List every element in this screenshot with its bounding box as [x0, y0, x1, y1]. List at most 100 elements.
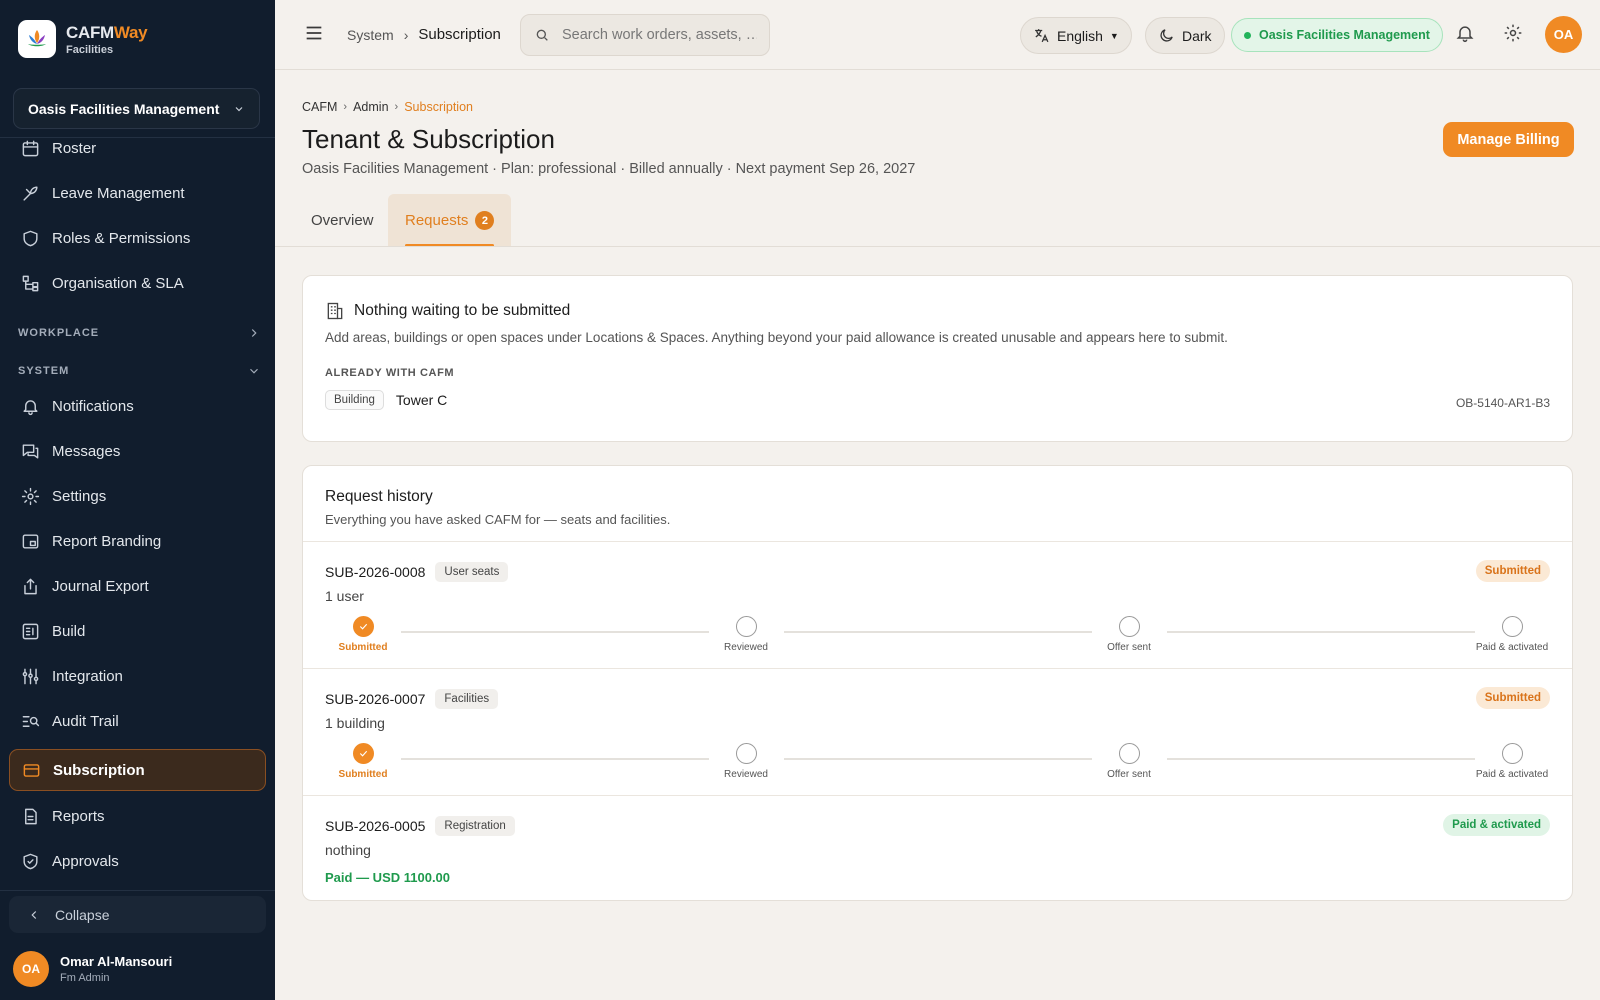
sidebar-item-approvals[interactable]: Approvals [9, 840, 266, 882]
progress-track [784, 631, 1092, 633]
step-reviewed: Reviewed [706, 616, 786, 653]
sidebar-item-audit-trail[interactable]: Audit Trail [9, 700, 266, 742]
section-workplace[interactable]: WORKPLACE [18, 326, 261, 340]
collapse-button[interactable]: Collapse [9, 896, 266, 933]
sidebar-item-roster[interactable]: Roster [9, 127, 266, 169]
request-id: SUB-2026-0008 [325, 564, 426, 580]
org-chart-icon [22, 275, 39, 291]
sidebar-item-leave-management[interactable]: Leave Management [9, 172, 266, 214]
sidebar-item-journal-export[interactable]: Journal Export [9, 565, 266, 607]
progress-track [784, 758, 1092, 760]
export-icon [24, 578, 37, 594]
empty-circle-icon [1118, 743, 1140, 764]
sidebar-item-integration[interactable]: Integration [9, 655, 266, 697]
chevron-right-icon: › [394, 101, 399, 113]
status-badge: Submitted [1475, 560, 1550, 582]
chevron-right-icon: › [343, 101, 348, 113]
language-label: English [1057, 27, 1103, 44]
menu-button[interactable] [303, 22, 327, 46]
language-select[interactable]: English ▼ [1020, 17, 1132, 54]
status-badge: Paid & activated [1443, 814, 1550, 836]
topbar: System › Subscription English ▼ Dark Oas… [275, 0, 1600, 70]
tab-requests[interactable]: Requests 2 [388, 194, 512, 247]
gear-icon [1504, 24, 1522, 42]
item-name: Tower C [395, 392, 448, 408]
pending-description: Add areas, buildings or open spaces unde… [325, 330, 1228, 345]
chevron-down-icon [235, 106, 243, 111]
chevron-right-icon: › [403, 26, 409, 43]
avatar: OA [13, 951, 49, 987]
history-subtitle: Everything you have asked CAFM for — sea… [325, 512, 671, 527]
sidebar-item-settings[interactable]: Settings [9, 475, 266, 517]
request-type-tag: User seats [435, 562, 509, 582]
manage-billing-button[interactable]: Manage Billing [1443, 122, 1574, 157]
sidebar: CAFMWay Facilities Oasis Facilities Mana… [0, 0, 275, 1000]
breadcrumb: CAFM › Admin › Subscription [302, 100, 473, 114]
caret-down-icon: ▼ [1109, 30, 1119, 41]
sidebar-item-build[interactable]: Build [9, 610, 266, 652]
step-offer-sent: Offer sent [1089, 743, 1169, 780]
status-dot [1244, 31, 1251, 39]
request-row[interactable]: SUB-2026-0008 User seats 1 user Submitte… [303, 542, 1572, 668]
request-row[interactable]: SUB-2026-0005 Registration nothing Paid … [303, 796, 1572, 901]
step-reviewed: Reviewed [706, 743, 786, 780]
sidebar-item-reports[interactable]: Reports [9, 795, 266, 837]
sidebar-item-organisation-sla[interactable]: Organisation & SLA [9, 262, 266, 304]
breadcrumb-item[interactable]: Admin [353, 100, 388, 114]
top-crumb-parent[interactable]: System [347, 27, 394, 43]
audit-icon [22, 715, 40, 727]
status-badge: Submitted [1475, 687, 1550, 709]
org-select-label: Oasis Facilities Management [28, 100, 220, 117]
step-submitted: Submitted [323, 616, 403, 653]
org-status-pill[interactable]: Oasis Facilities Management [1231, 18, 1443, 52]
breadcrumb-item[interactable]: CAFM [302, 100, 337, 114]
search-box[interactable] [520, 14, 770, 56]
chevron-right-icon [251, 329, 257, 337]
existing-item-row: Building Tower C [325, 390, 447, 410]
empty-circle-icon [1501, 743, 1523, 764]
check-icon [352, 616, 374, 637]
sidebar-item-report-branding[interactable]: Report Branding [9, 520, 266, 562]
brand[interactable]: CAFMWay Facilities [18, 20, 148, 58]
request-type-tag: Facilities [435, 689, 499, 709]
shield-icon [23, 230, 38, 246]
org-select[interactable]: Oasis Facilities Management [13, 88, 260, 129]
bell-icon [23, 399, 38, 415]
search-input[interactable] [562, 27, 757, 43]
branding-icon [22, 533, 39, 549]
gear-icon [21, 487, 40, 505]
user-profile[interactable]: OA Omar Al-Mansouri Fm Admin [13, 951, 172, 987]
request-type-tag: Registration [435, 816, 515, 836]
item-code: OB-5140-AR1-B3 [1455, 396, 1550, 410]
request-description: 1 user [325, 588, 364, 604]
user-avatar-button[interactable]: OA [1545, 16, 1582, 53]
request-history-card: Request history Everything you have aske… [302, 465, 1573, 901]
step-submitted: Submitted [323, 743, 403, 780]
empty-circle-icon [735, 743, 757, 764]
sidebar-item-roles-permissions[interactable]: Roles & Permissions [9, 217, 266, 259]
sidebar-item-messages[interactable]: Messages [9, 430, 266, 472]
top-breadcrumb: System › Subscription [347, 26, 501, 43]
request-description: 1 building [325, 715, 385, 731]
settings-button[interactable] [1503, 23, 1527, 47]
build-icon [22, 623, 39, 639]
empty-circle-icon [735, 616, 757, 637]
sidebar-divider [0, 890, 275, 891]
section-system[interactable]: SYSTEM [18, 364, 261, 378]
sidebar-item-notifications[interactable]: Notifications [9, 385, 266, 427]
tab-overview[interactable]: Overview [294, 194, 391, 247]
request-row[interactable]: SUB-2026-0007 Facilities 1 building Subm… [303, 669, 1572, 795]
approvals-icon [23, 853, 38, 869]
request-id: SUB-2026-0007 [325, 691, 426, 707]
tab-count-badge: 2 [475, 211, 495, 230]
page-subtitle: Oasis Facilities Management · Plan: prof… [302, 161, 916, 177]
request-description: nothing [325, 842, 371, 858]
theme-toggle[interactable]: Dark [1145, 17, 1225, 54]
step-paid-activated: Paid & activated [1472, 616, 1552, 653]
notifications-button[interactable] [1455, 23, 1479, 47]
building-icon [327, 302, 343, 320]
search-icon [536, 29, 548, 41]
sidebar-item-subscription[interactable]: Subscription [9, 749, 266, 791]
already-label: ALREADY WITH CAFM [325, 367, 455, 379]
tabs-divider [275, 246, 1600, 247]
